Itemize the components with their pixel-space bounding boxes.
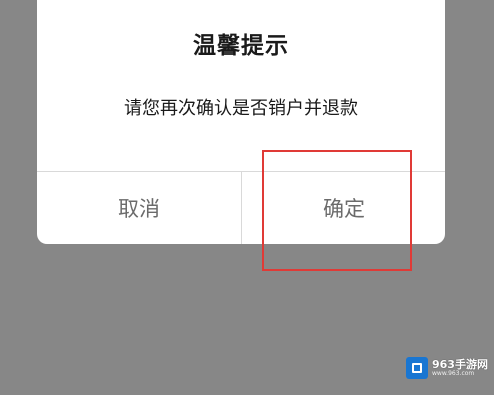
watermark-subtext: www.963.com: [432, 370, 475, 377]
confirm-dialog: 温馨提示 请您再次确认是否销户并退款 取消 确定: [37, 0, 445, 244]
site-watermark: 963手游网 www.963.com: [406, 356, 490, 380]
watermark-logo-icon: [406, 357, 428, 379]
cancel-button[interactable]: 取消: [37, 172, 241, 244]
watermark-text: 963手游网: [432, 358, 488, 371]
confirm-button[interactable]: 确定: [242, 172, 445, 244]
dialog-message: 请您再次确认是否销户并退款: [124, 98, 358, 119]
dialog-title: 温馨提示: [193, 33, 289, 59]
